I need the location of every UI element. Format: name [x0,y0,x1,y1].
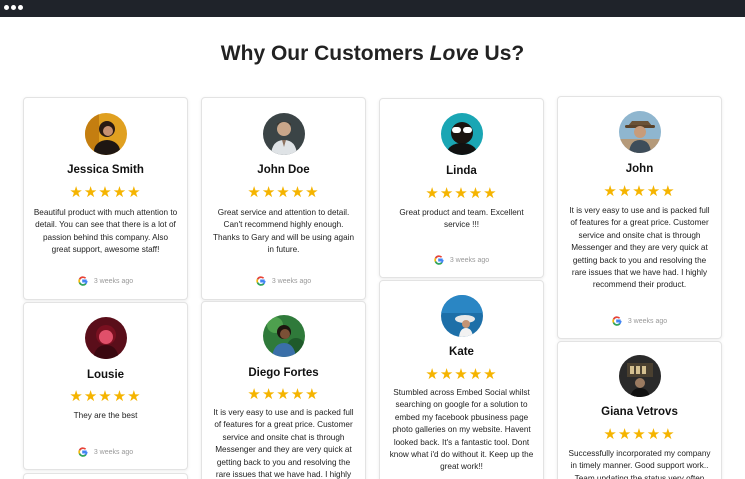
reviewer-name: Linda [446,165,477,177]
review-meta: 3 weeks ago [202,276,365,286]
star-rating: ★★★★★ [247,386,320,403]
review-text: Successfully incorporated my company in … [568,449,711,479]
avatar [262,113,305,155]
review-meta: 3 weeks ago [24,447,187,457]
review-card[interactable]: Linda ★★★★★ Great product and team. Exce… [379,98,544,278]
avatar [262,315,305,357]
window-dots [4,5,23,10]
review-text: Stumbled across Embed Social whilst sear… [389,388,534,472]
avatar [618,355,661,397]
review-time: 3 weeks ago [93,448,134,456]
review-card[interactable]: Jessica Smith ★★★★★ Beautiful product wi… [23,97,188,300]
reviewer-name: John [625,163,654,175]
review-time: 3 weeks ago [449,256,490,264]
review-card-partial[interactable] [23,473,188,479]
review-card[interactable]: John Doe ★★★★★ Great service and attenti… [201,97,366,300]
avatar [440,295,483,337]
google-icon [434,255,444,265]
star-rating: ★★★★★ [425,185,498,202]
star-rating: ★★★★★ [603,183,676,200]
google-icon [78,447,88,457]
google-icon [256,276,266,286]
review-time: 3 weeks ago [627,317,668,325]
review-card[interactable]: Giana Vetrovs ★★★★★ Successfully incorpo… [557,341,722,479]
reviewer-name: Diego Fortes [248,367,319,379]
reviewer-name: Jessica Smith [67,164,144,176]
avatar [618,111,661,153]
window-dot-icon[interactable] [11,5,16,10]
star-rating: ★★★★★ [247,184,320,201]
star-rating: ★★★★★ [69,184,142,201]
review-card[interactable]: Kate ★★★★★ Stumbled across Embed Social … [379,280,544,479]
review-text: It is very easy to use and is packed ful… [569,206,710,290]
page-title: Why Our Customers Love Us? [0,42,745,66]
title-suffix: Us? [478,42,525,65]
review-meta: 3 weeks ago [558,316,721,326]
review-time: 3 weeks ago [271,277,312,285]
review-card[interactable]: John ★★★★★ It is very easy to use and is… [557,96,722,339]
title-emphasis: Love [429,42,479,65]
review-card[interactable]: Diego Fortes ★★★★★ It is very easy to us… [201,301,366,479]
review-text: They are the best [73,411,138,420]
reviewer-name: John Doe [257,164,310,176]
review-meta: 3 weeks ago [380,255,543,265]
google-icon [612,316,622,326]
google-icon [78,276,88,286]
review-text: Beautiful product with much attention to… [33,208,178,255]
star-rating: ★★★★★ [69,388,142,405]
window-dot-icon[interactable] [4,5,9,10]
review-text: Great product and team. Excellent servic… [399,208,524,230]
review-card[interactable]: Lousie ★★★★★ They are the best 3 weeks a… [23,302,188,470]
star-rating: ★★★★★ [603,426,676,443]
avatar [84,113,127,155]
window-titlebar [0,0,745,17]
window-dot-icon[interactable] [18,5,23,10]
review-meta: 3 weeks ago [24,276,187,286]
reviewer-name: Kate [449,346,474,358]
title-prefix: Why Our Customers [220,42,430,65]
review-text: It is very easy to use and is packed ful… [213,408,354,479]
avatar [84,317,127,359]
star-rating: ★★★★★ [425,366,498,383]
reviewer-name: Lousie [86,369,125,381]
avatar [440,113,483,155]
reviewer-name: Giana Vetrovs [601,406,678,418]
review-time: 3 weeks ago [93,277,134,285]
review-text: Great service and attention to detail. C… [212,208,355,255]
